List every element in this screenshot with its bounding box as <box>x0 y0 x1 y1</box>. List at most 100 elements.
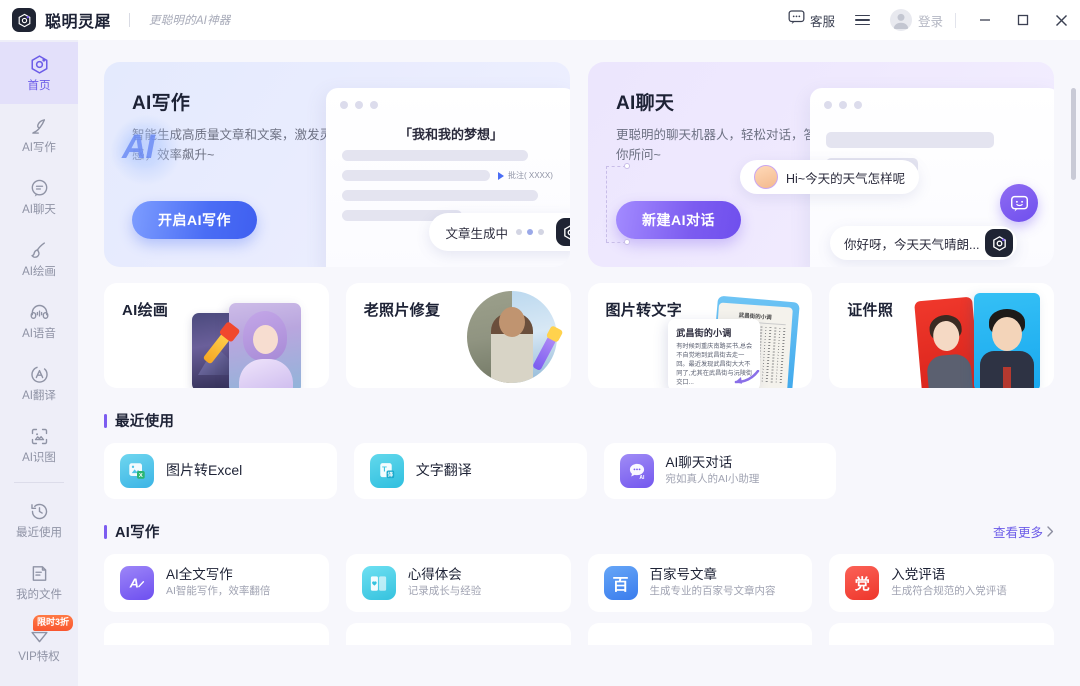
recent-tiles: X 图片转Excel T译 文字翻译 AI AI聊天对话 宛如真人的AI小助理 <box>104 443 1054 499</box>
headphone-icon <box>28 302 50 324</box>
loading-dots-icon <box>516 229 544 235</box>
writing-tiles: A AI全文写作 AI智能写作，效率翻倍 心得体会 记录成长与经验 百 百家号文… <box>104 554 1054 612</box>
section-accent-bar <box>104 524 107 539</box>
list-item[interactable]: 心得体会 记录成长与经验 <box>345 554 571 612</box>
hero-card-ai-writing[interactable]: AI写作 智能生成高质量文章和文案，激发灵感，效率飙升~ 开启AI写作 「我和我… <box>104 62 570 267</box>
history-clock-icon <box>28 501 50 523</box>
ocr-arrow-icon <box>734 370 760 384</box>
start-ai-writing-button[interactable]: 开启AI写作 <box>132 201 257 239</box>
list-item-text: 图片转Excel <box>166 462 242 478</box>
list-item[interactable]: 百 百家号文章 生成专业的百家号文章内容 <box>587 554 813 612</box>
brand-divider <box>129 13 131 27</box>
list-item[interactable]: 党 入党评语 生成符合规范的入党评语 <box>829 554 1054 612</box>
sidebar-item-label: 我的文件 <box>16 588 62 601</box>
list-item-desc: 生成符合规范的入党评语 <box>891 585 1007 598</box>
svg-text:T: T <box>382 464 387 473</box>
sidebar: 首页 AI写作 AI聊天 AI绘画 AI语音 AI翻译 AI识图 最近使用 我的… <box>0 40 78 686</box>
new-ai-chat-button[interactable]: 新建AI对话 <box>616 201 741 239</box>
list-item[interactable] <box>345 623 571 645</box>
minimize-button[interactable] <box>966 0 1004 40</box>
id-photo-tie <box>1003 367 1011 388</box>
list-item-name: 文字翻译 <box>415 462 472 479</box>
chevron-right-icon <box>1047 526 1054 537</box>
generating-label: 文章生成中 <box>445 226 508 241</box>
list-item[interactable] <box>104 623 329 645</box>
login-button[interactable]: 登录 <box>882 9 949 31</box>
sidebar-item-home[interactable]: 首页 <box>0 42 78 104</box>
list-item[interactable]: T译 文字翻译 <box>353 443 587 499</box>
customer-service-button[interactable]: 客服 <box>780 0 843 40</box>
document-icon <box>28 563 50 585</box>
home-hex-icon <box>28 54 50 76</box>
sidebar-item-label: 最近使用 <box>16 526 62 539</box>
menu-hamburger-icon[interactable] <box>843 14 882 26</box>
translate-doc-icon: T译 <box>369 454 404 488</box>
sidebar-item-recent[interactable]: 最近使用 <box>0 489 78 551</box>
hero-card-ai-chat[interactable]: AI聊天 更聪明的聊天机器人，轻松对话，答你所问~ 新建AI对话 Hi~今天的天… <box>588 62 1054 267</box>
svg-text:X: X <box>139 473 143 479</box>
party-glyph: 党 <box>854 575 870 593</box>
feature-card-ai-painting[interactable]: AI绘画 <box>104 283 329 388</box>
title-bar: 聪明灵犀 更聪明的AI神器 客服 登录 <box>0 0 1080 40</box>
sidebar-item-ai-translate[interactable]: AI翻译 <box>0 352 78 414</box>
sidebar-item-vip[interactable]: 限时3折 VIP特权 <box>0 613 78 675</box>
svg-text:A: A <box>129 576 139 591</box>
chat-smiley-icon <box>1000 184 1038 222</box>
id-photo-face <box>992 317 1022 351</box>
chat-bubble-ai-text: 你好呀，今天天气晴朗... <box>844 237 980 252</box>
chat-bubble-icon <box>28 178 50 200</box>
svg-text:AI: AI <box>639 475 645 481</box>
feature-card-id-photo[interactable]: 证件照 <box>829 283 1054 388</box>
pen-icon <box>28 116 50 138</box>
list-item-desc: AI智能写作，效率翻倍 <box>166 585 271 598</box>
sidebar-item-ai-voice[interactable]: AI语音 <box>0 290 78 352</box>
sidebar-item-ai-image-recognition[interactable]: AI识图 <box>0 414 78 476</box>
section-accent-bar <box>104 413 107 428</box>
app-logo-icon <box>556 218 570 246</box>
list-item[interactable]: A AI全文写作 AI智能写作，效率翻倍 <box>104 554 329 612</box>
book-heart-icon <box>361 566 396 600</box>
mockup-text-bar <box>342 190 538 201</box>
list-item-desc: 生成专业的百家号文章内容 <box>649 585 776 598</box>
sidebar-item-ai-writing[interactable]: AI写作 <box>0 104 78 166</box>
list-item-text: 心得体会 记录成长与经验 <box>407 567 482 597</box>
feature-card-image-to-text[interactable]: 图片转文字 武昌街的小调 武昌街的小调 有时候到重庆南路买书,总会不自觉地到武昌… <box>587 283 813 388</box>
list-item[interactable] <box>587 623 813 645</box>
mockup-text-bar <box>342 150 528 161</box>
list-item[interactable]: AI AI聊天对话 宛如真人的AI小助理 <box>603 443 837 499</box>
sidebar-item-my-files[interactable]: 我的文件 <box>0 551 78 613</box>
app-window: 聪明灵犀 更聪明的AI神器 客服 登录 首页 AI写作 AI聊天 AI绘画 AI… <box>0 0 1080 686</box>
sidebar-item-label: AI绘画 <box>22 265 56 278</box>
sidebar-item-ai-chat[interactable]: AI聊天 <box>0 166 78 228</box>
list-item[interactable] <box>829 623 1054 645</box>
maximize-button[interactable] <box>1004 0 1042 40</box>
id-photo-body <box>925 353 973 388</box>
feature-card-title: 老照片修复 <box>363 302 441 319</box>
chat-bubble-user: Hi~今天的天气怎样呢 <box>740 160 920 194</box>
feature-card-row: AI绘画 老照片修复 图片转文字 武昌街的小调 武昌街的小调 有时候到重庆南路买… <box>104 283 1054 388</box>
list-item[interactable]: X 图片转Excel <box>104 443 337 499</box>
hamburger-line <box>854 14 870 17</box>
hamburger-line <box>854 23 870 26</box>
feature-card-title: 图片转文字 <box>605 302 683 319</box>
hero-subtitle: 更聪明的聊天机器人，轻松对话，答你所问~ <box>616 128 817 162</box>
sidebar-item-label: AI语音 <box>22 327 56 340</box>
vertical-scrollbar[interactable] <box>1071 88 1076 180</box>
login-label: 登录 <box>917 14 943 29</box>
baijiahao-icon: 百 <box>603 566 638 600</box>
list-item-name: 心得体会 <box>407 567 462 583</box>
mockup-text-bar <box>342 170 490 181</box>
view-more-link[interactable]: 查看更多 <box>993 522 1054 541</box>
recent-section-header: 最近使用 <box>104 410 1054 431</box>
close-button[interactable] <box>1042 0 1080 40</box>
app-logo-icon <box>985 229 1014 257</box>
vip-discount-badge: 限时3折 <box>33 615 74 631</box>
sidebar-item-ai-painting[interactable]: AI绘画 <box>0 228 78 290</box>
mockup-annotation: 批注( XXXX) <box>498 170 553 181</box>
brand-tagline: 更聪明的AI神器 <box>149 15 231 27</box>
mockup-doc-title: 「我和我的梦想」 <box>398 127 503 142</box>
brand-name: 聪明灵犀 <box>45 14 112 31</box>
ai-chat-icon: AI <box>619 454 654 488</box>
image-scan-icon <box>28 426 50 448</box>
feature-card-photo-restore[interactable]: 老照片修复 <box>345 283 571 388</box>
